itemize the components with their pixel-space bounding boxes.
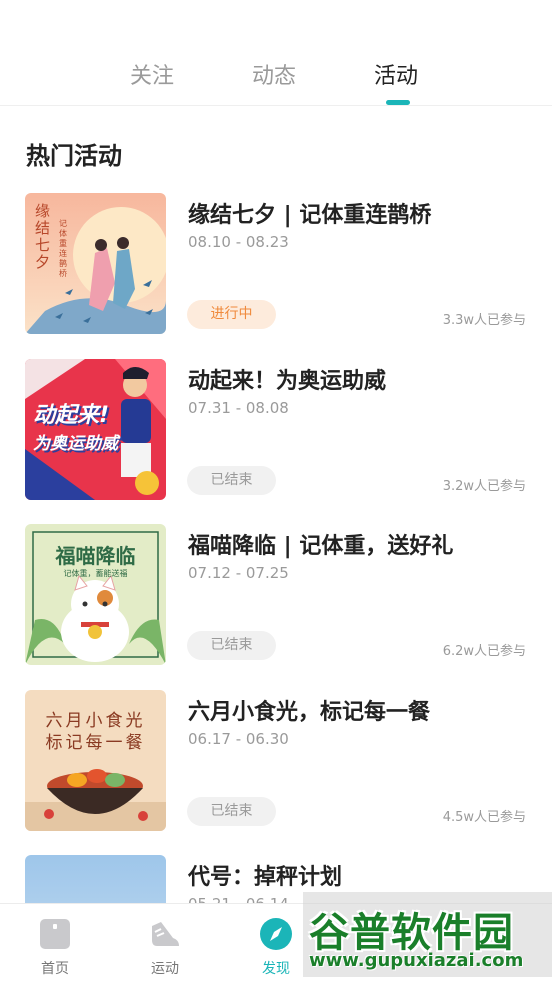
olympics-thumb-line2: 为奥运助威: [33, 434, 118, 454]
top-tab-bar: 关注 动态 活动: [0, 0, 552, 106]
activity-date: 05.21 - 06.14: [188, 895, 289, 903]
activity-date: 06.17 - 06.30: [188, 730, 289, 748]
compass-icon: [260, 918, 292, 950]
activity-title: 代号：掉秤计划: [188, 865, 343, 890]
qixi-illustration: 缘结七夕 记体重连鹊桥: [25, 193, 166, 334]
status-badge: 已结束: [187, 466, 276, 495]
status-badge: 进行中: [187, 300, 276, 329]
tab-follow[interactable]: 关注: [130, 58, 174, 90]
lucky-cat-illustration: 福喵降临 记体重，蓄能送福: [25, 524, 166, 665]
lucky-cat-thumb-subtitle: 记体重，蓄能送福: [63, 569, 128, 578]
watermark-url: www.gupuxiazai.com: [309, 950, 524, 971]
lucky-cat-thumb-title: 福喵降临: [55, 544, 136, 568]
tab-feed[interactable]: 动态: [252, 58, 296, 90]
active-tab-indicator: [386, 100, 410, 105]
activity-card[interactable]: 福喵降临 记体重，蓄能送福 福喵降临 | 记体重，送好礼 07.12 - 07.…: [0, 524, 552, 690]
status-badge: 已结束: [187, 631, 276, 660]
participant-count: 3.3w人已参与: [442, 313, 526, 328]
qixi-thumb-subtitle: 记体重连鹊桥: [59, 219, 67, 278]
sky-illustration: [25, 855, 166, 903]
activity-date: 07.31 - 08.08: [188, 399, 289, 417]
olympics-illustration: 动起来! 为奥运助威: [25, 359, 166, 500]
participant-count: 3.2w人已参与: [442, 479, 526, 494]
participant-count: 4.5w人已参与: [442, 810, 526, 825]
activity-title: 动起来！为奥运助威: [188, 369, 387, 394]
section-title: 热门活动: [26, 142, 122, 170]
participant-count: 6.2w人已参与: [442, 644, 526, 659]
status-badge: 已结束: [187, 797, 276, 826]
food-thumb-line2: 标记每一餐: [45, 733, 146, 753]
qixi-thumb-title: 缘结七夕: [35, 202, 51, 271]
nav-home[interactable]: 首页: [15, 904, 95, 981]
activity-card[interactable]: 动起来! 为奥运助威 动起来！为奥运助威 07.31 - 08.08 已结束 3…: [0, 359, 552, 525]
watermark: 谷普软件园 www.gupuxiazai.com: [303, 892, 552, 977]
olympics-thumb-line1: 动起来!: [33, 403, 110, 428]
activity-date: 07.12 - 07.25: [188, 564, 289, 582]
nav-sport[interactable]: 运动: [125, 904, 205, 981]
activity-title: 福喵降临 | 记体重，送好礼: [188, 534, 454, 559]
tab-activities[interactable]: 活动: [374, 58, 418, 90]
food-bowl-illustration: 六月小食光 标记每一餐: [25, 690, 166, 831]
activity-card[interactable]: 缘结七夕 记体重连鹊桥 缘结七夕 | 记体重连鹊桥 08.10 - 08.23 …: [0, 193, 552, 359]
activity-title: 缘结七夕 | 记体重连鹊桥: [188, 203, 432, 228]
shoe-icon: [149, 918, 181, 950]
nav-home-label: 首页: [41, 961, 69, 977]
activity-title: 六月小食光，标记每一餐: [188, 700, 431, 725]
nav-sport-label: 运动: [151, 961, 179, 977]
activity-date: 08.10 - 08.23: [188, 233, 289, 251]
home-icon: [39, 918, 71, 950]
activity-card[interactable]: 六月小食光 标记每一餐 六月小食光，标记每一餐 06.17 - 06.30 已结…: [0, 690, 552, 856]
